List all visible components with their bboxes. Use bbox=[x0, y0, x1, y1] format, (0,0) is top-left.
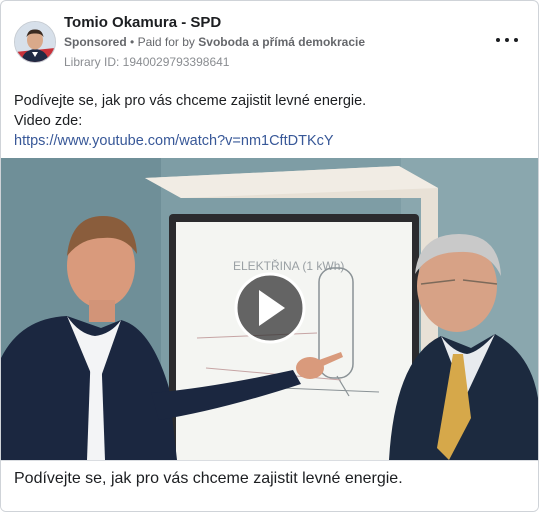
library-id: Library ID: 1940029793398641 bbox=[64, 55, 230, 69]
meta-separator: • bbox=[130, 35, 138, 49]
page-avatar[interactable] bbox=[14, 21, 56, 63]
video-thumbnail: ELEKTŘINA (1 kWh) bbox=[1, 158, 538, 460]
more-options-button[interactable] bbox=[496, 31, 518, 49]
video-link[interactable]: https://www.youtube.com/watch?v=nm1CftDT… bbox=[14, 131, 524, 151]
more-horizontal-icon bbox=[514, 38, 518, 42]
video-player[interactable]: ELEKTŘINA (1 kWh) bbox=[1, 158, 538, 460]
post-header: Tomio Okamura - SPD Sponsored • Paid for… bbox=[1, 1, 538, 81]
post-text-line: Podívejte se, jak pro vás chceme zajisti… bbox=[14, 93, 367, 109]
sponsorship-line: Sponsored • Paid for by Svoboda a přímá … bbox=[64, 35, 365, 49]
ad-card: Tomio Okamura - SPD Sponsored • Paid for… bbox=[0, 0, 539, 512]
paid-for-prefix: Paid for by bbox=[137, 35, 195, 49]
post-text-line: Video zde: bbox=[14, 113, 83, 129]
sponsored-label: Sponsored bbox=[64, 35, 127, 49]
more-horizontal-icon bbox=[496, 38, 500, 42]
whiteboard-text: ELEKTŘINA (1 kWh) bbox=[233, 258, 344, 273]
video-caption: Podívejte se, jak pro vás chceme zajisti… bbox=[14, 470, 403, 487]
more-horizontal-icon bbox=[505, 38, 509, 42]
post-text: Podívejte se, jak pro vás chceme zajisti… bbox=[14, 91, 524, 151]
video-caption-bar: Podívejte se, jak pro vás chceme zajisti… bbox=[1, 460, 538, 511]
payer-name[interactable]: Svoboda a přímá demokracie bbox=[198, 35, 365, 49]
page-name[interactable]: Tomio Okamura - SPD bbox=[64, 14, 221, 31]
avatar-image bbox=[15, 22, 55, 62]
